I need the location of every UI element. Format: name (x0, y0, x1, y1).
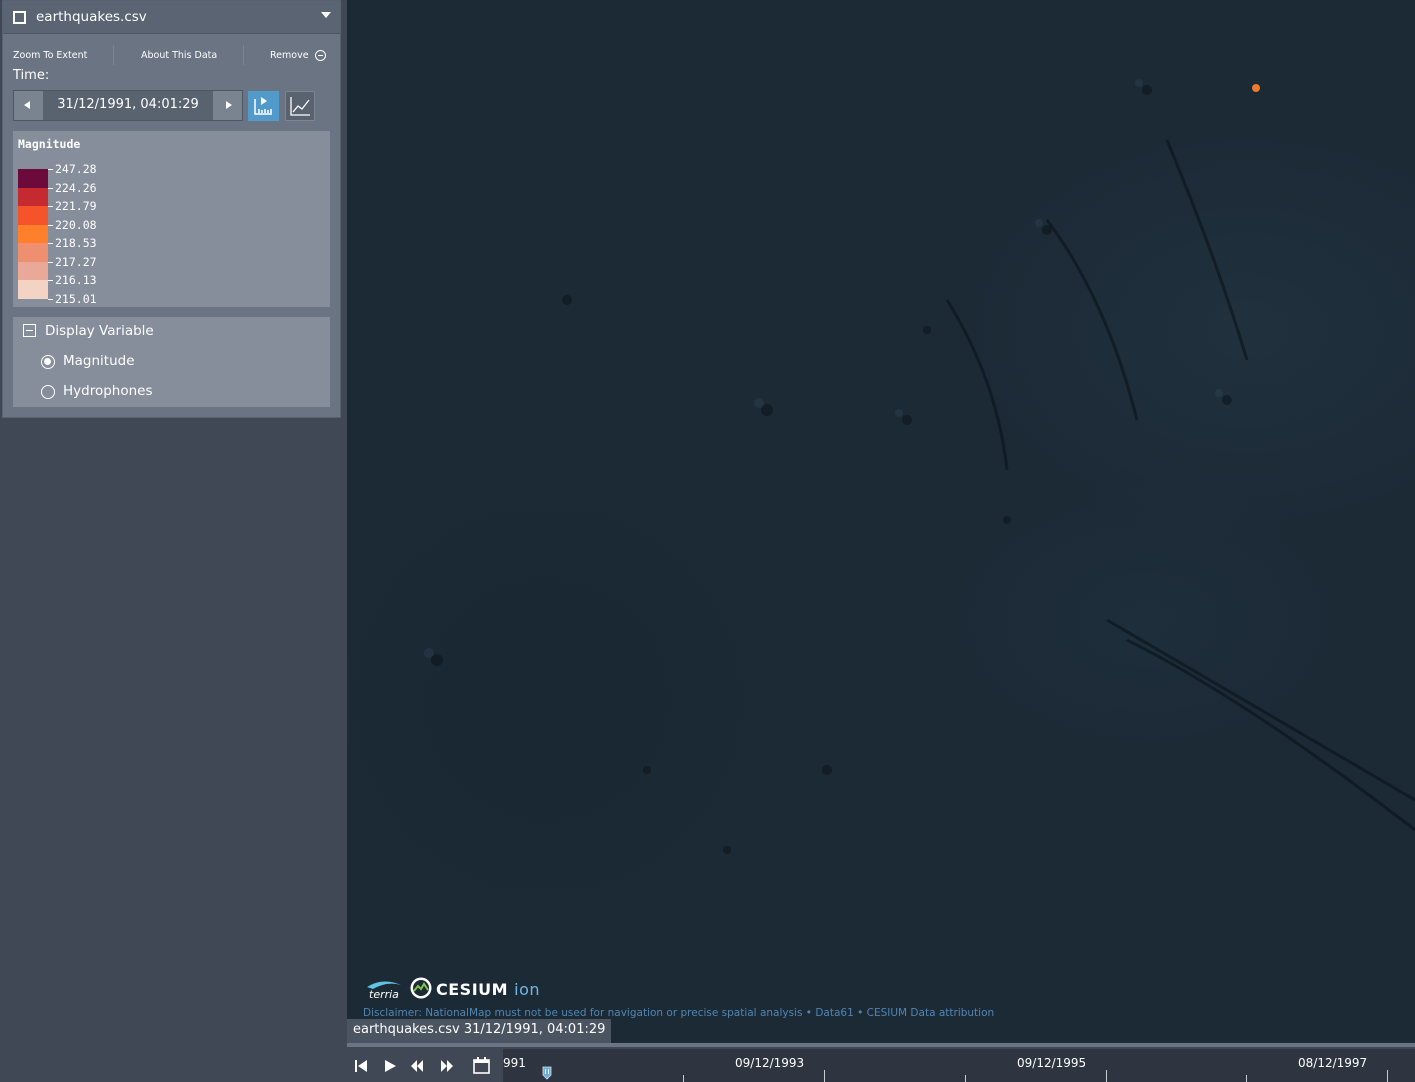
zoom-to-extent-button[interactable]: Zoom To Extent (13, 50, 87, 61)
divider (113, 45, 114, 65)
remove-button[interactable]: Remove (270, 50, 309, 61)
timeline-scrubber-icon[interactable] (542, 1066, 552, 1080)
timeline-date-label: 08/12/1997 (1298, 1056, 1368, 1070)
legend-value: 218.53 (55, 236, 97, 251)
radio-magnitude[interactable] (41, 355, 55, 369)
cesium-ion-logo: CESIUM ion (436, 980, 540, 999)
chevron-down-icon[interactable] (321, 12, 331, 18)
earthquake-point[interactable] (1252, 84, 1260, 92)
legend-swatch (18, 187, 48, 207)
timeline-track[interactable]: 991 09/12/1993 09/12/1995 08/12/1997 (503, 1049, 1415, 1082)
legend-tick (48, 261, 53, 263)
date-time-selector: 31/12/1991, 04:01:29 (13, 90, 243, 121)
go-to-start-icon[interactable] (354, 1059, 368, 1073)
workbench-item: earthquakes.csv Zoom To Extent About Thi… (2, 0, 341, 418)
seafloor-terrain (424, 79, 1415, 854)
option-magnitude[interactable]: Magnitude (63, 353, 135, 369)
timeline: 991 09/12/1993 09/12/1995 08/12/1997 (347, 1043, 1415, 1082)
legend-tick (48, 298, 53, 300)
faster-icon[interactable] (440, 1059, 454, 1073)
visibility-checkbox[interactable] (13, 11, 26, 24)
legend-swatch (18, 169, 48, 188)
legend-tick (48, 224, 53, 226)
radio-hydrophones[interactable] (41, 385, 55, 399)
legend-value: 220.08 (55, 217, 97, 232)
legend-swatch (18, 206, 48, 225)
timeline-toggle-button[interactable] (248, 91, 279, 121)
legend-value: 216.13 (55, 273, 97, 288)
legend-value: 215.01 (55, 291, 97, 306)
about-data-button[interactable]: About This Data (141, 50, 217, 61)
legend-value: 217.27 (55, 254, 97, 269)
legend-swatch (18, 280, 48, 299)
timeline-date-label: 09/12/1993 (735, 1056, 805, 1070)
workbench-panel: earthquakes.csv Zoom To Extent About Thi… (0, 0, 346, 1082)
timeline-date-label: 09/12/1995 (1017, 1056, 1087, 1070)
feature-time-label: earthquakes.csv 31/12/1991, 04:01:29 (347, 1019, 612, 1043)
slower-icon[interactable] (410, 1059, 424, 1073)
cesium-ion-word: ion (514, 980, 541, 999)
legend-tick (48, 243, 53, 245)
legend-tick (48, 280, 53, 282)
collapse-icon[interactable] (23, 324, 36, 337)
legend-title: Magnitude (18, 137, 81, 151)
play-icon[interactable] (383, 1059, 397, 1073)
legend-value: 247.28 (55, 162, 97, 176)
timeline-date-label: 991 (503, 1056, 526, 1070)
timeline-tick (1106, 1070, 1107, 1082)
display-variable-section: Display Variable Magnitude Hydrophones (13, 317, 330, 407)
legend-tick (48, 206, 53, 208)
map-view[interactable]: terria CESIUM ion Disclaimer: NationalMa… (347, 0, 1415, 1043)
display-variable-title[interactable]: Display Variable (45, 323, 154, 339)
timeline-tick (824, 1070, 825, 1082)
legend-tick (48, 169, 53, 170)
workbench-item-header[interactable]: earthquakes.csv (3, 1, 340, 34)
timeline-icon (254, 97, 272, 115)
line-chart-icon (290, 97, 310, 116)
map-disclaimer[interactable]: Disclaimer: NationalMap must not be used… (363, 1007, 994, 1019)
legend-swatch (18, 261, 48, 281)
legend-value: 221.79 (55, 199, 97, 214)
cesium-logo-icon (410, 977, 432, 999)
time-label: Time: (13, 68, 50, 83)
remove-icon[interactable] (315, 50, 326, 61)
calendar-icon[interactable] (473, 1057, 490, 1074)
cesium-word: CESIUM (436, 980, 509, 999)
item-actions: Zoom To Extent About This Data Remove (3, 43, 340, 67)
previous-time-button[interactable] (14, 91, 43, 120)
legend-tick (48, 187, 53, 189)
legend-swatch (18, 243, 48, 262)
timeline-tick (683, 1075, 684, 1082)
terria-logo: terria (367, 981, 401, 1001)
legend-value: 224.26 (55, 180, 97, 195)
option-hydrophones[interactable]: Hydrophones (63, 383, 153, 399)
legend: Magnitude 247.28 224.26 221.79 220.08 218.53… (13, 131, 330, 307)
timeline-tick (1246, 1075, 1247, 1082)
timeline-tick (965, 1075, 966, 1082)
next-time-button[interactable] (213, 91, 242, 120)
current-time-value[interactable]: 31/12/1991, 04:01:29 (43, 97, 213, 112)
terria-logo-text: terria (369, 988, 399, 1001)
chart-button[interactable] (285, 91, 315, 121)
timeline-tick (1387, 1070, 1388, 1082)
divider (243, 45, 244, 65)
item-title[interactable]: earthquakes.csv (36, 9, 147, 25)
legend-swatch (18, 224, 48, 244)
